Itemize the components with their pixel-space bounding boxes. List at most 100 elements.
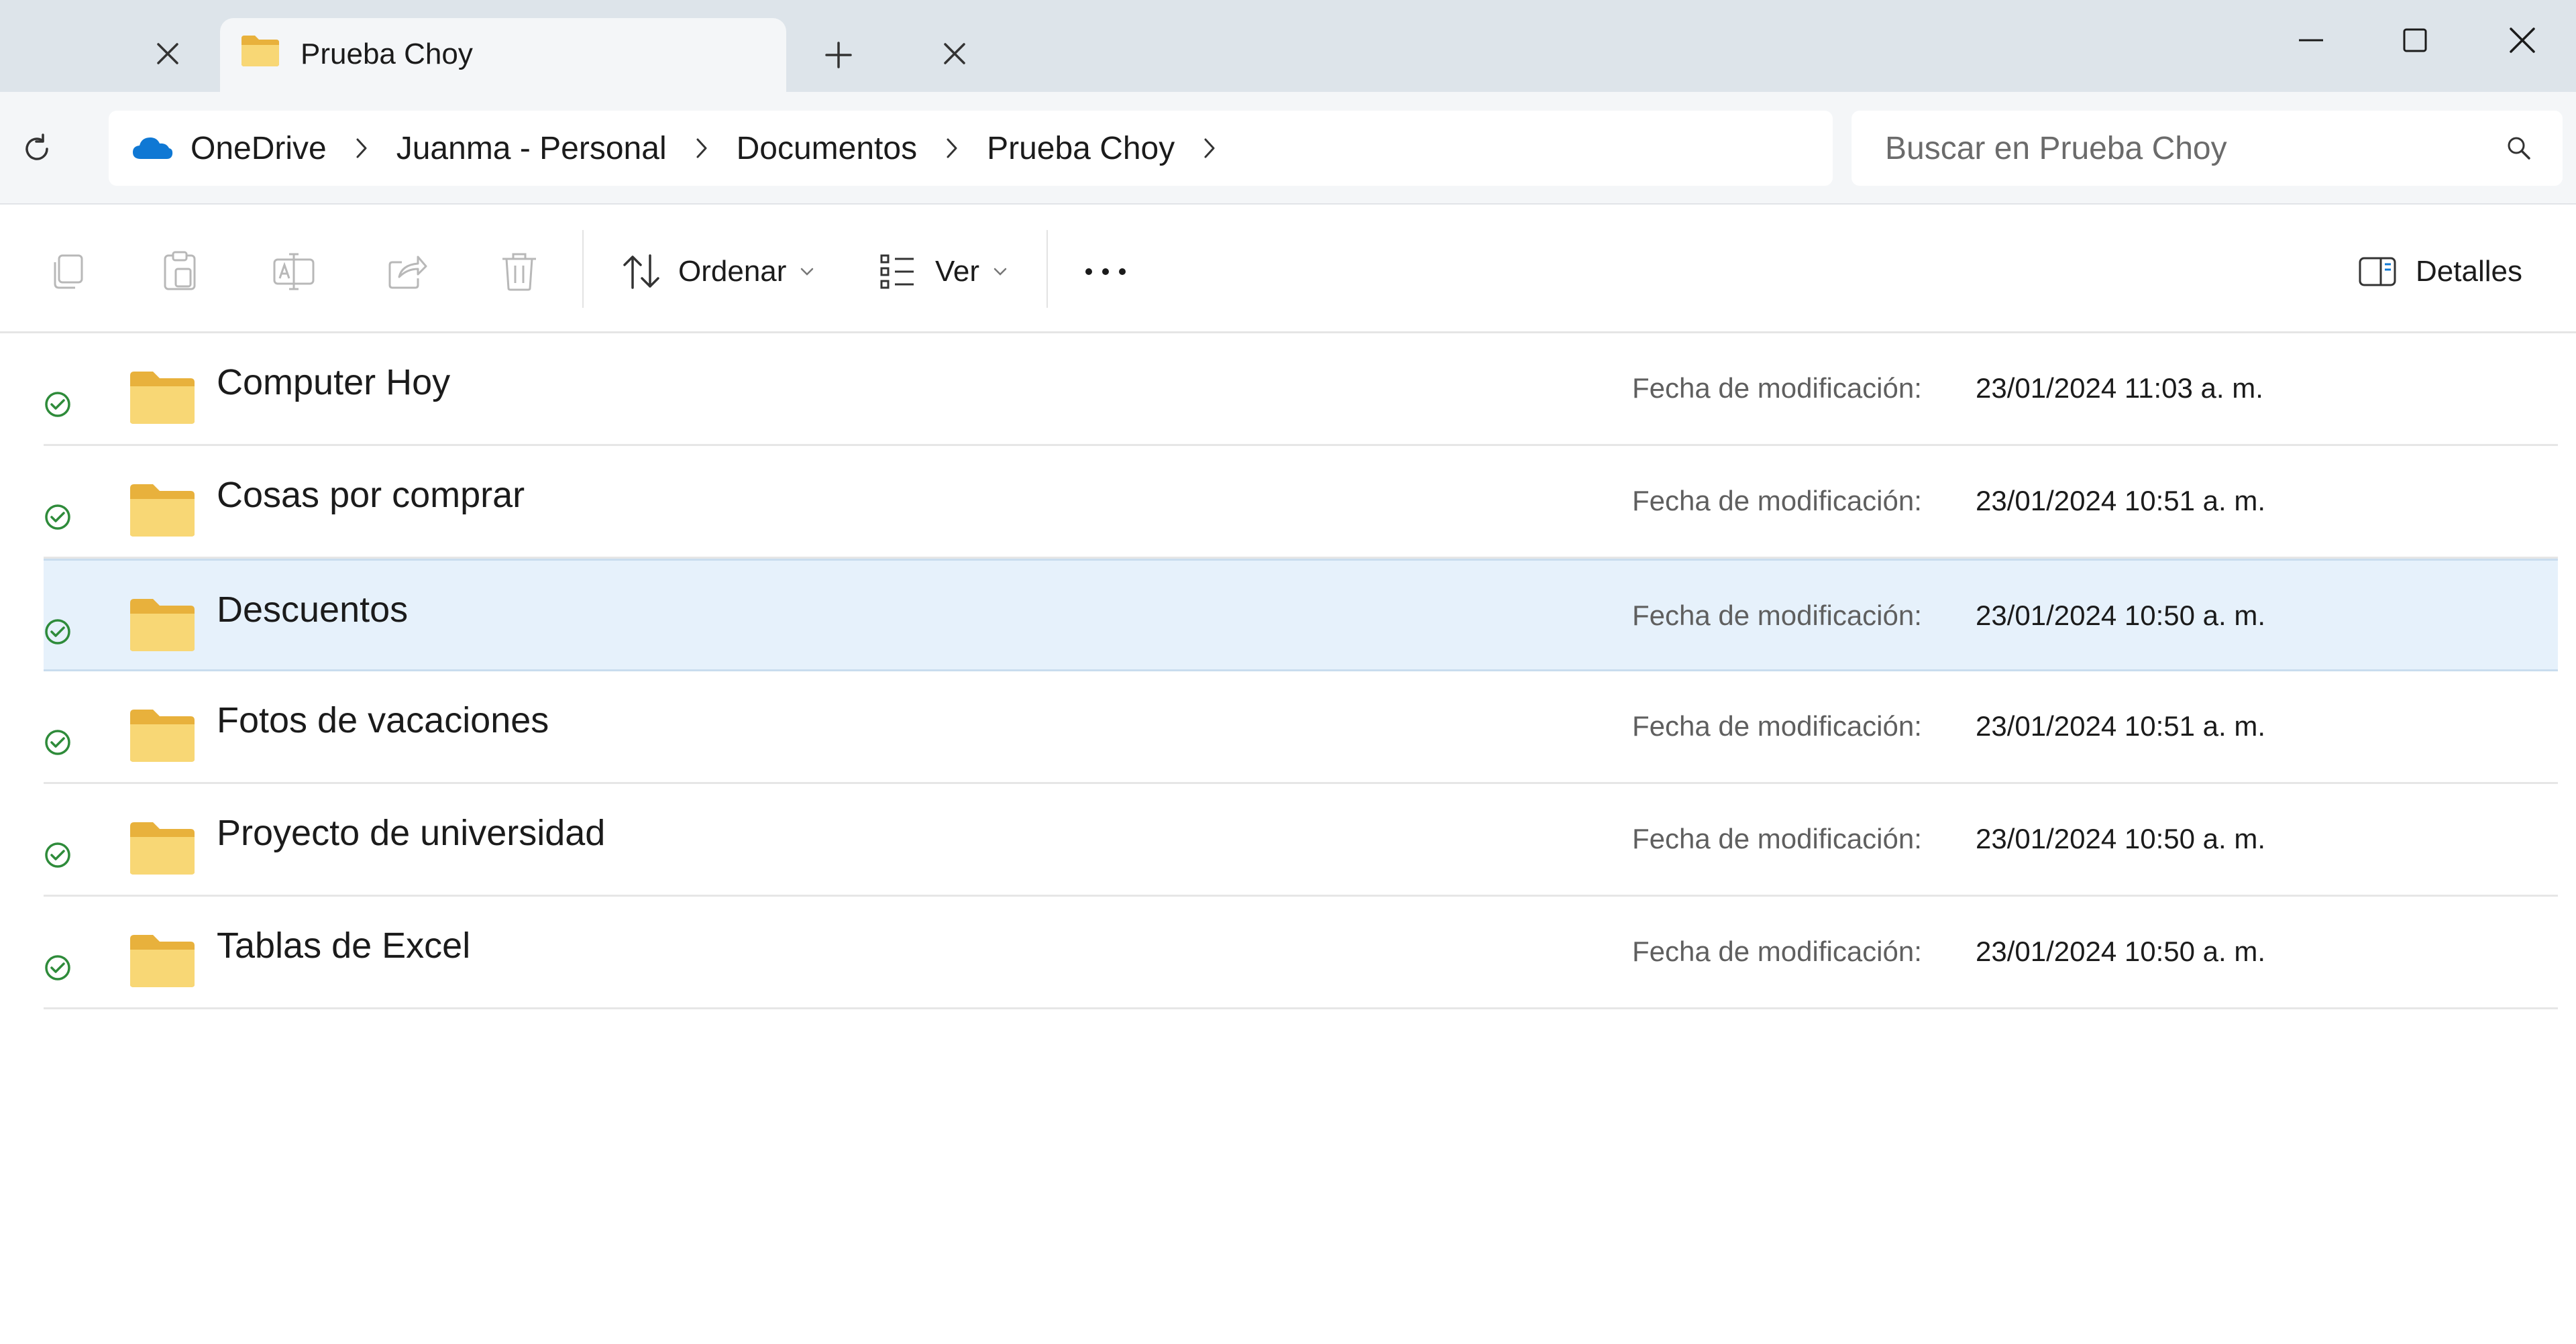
minimize-button[interactable] — [2267, 10, 2355, 70]
share-button[interactable] — [386, 245, 429, 298]
paste-button[interactable] — [160, 245, 200, 298]
view-label: Ver — [935, 255, 980, 288]
list-item[interactable]: Proyecto de universidad Fecha de modific… — [44, 784, 2558, 897]
folder-icon — [130, 822, 195, 875]
command-bar: Ordenar Ver Detalles — [0, 205, 2576, 333]
modified-date-label: Fecha de modificación: — [1632, 485, 1922, 516]
sync-status-icon — [45, 504, 70, 530]
chevron-right-icon — [356, 138, 367, 158]
minimize-icon — [2299, 39, 2323, 42]
sync-status-icon — [45, 392, 70, 417]
tab-inactive[interactable] — [0, 0, 218, 92]
list-item[interactable]: Descuentos Fecha de modificación: 23/01/… — [44, 559, 2558, 671]
details-pane-icon — [2359, 257, 2396, 286]
breadcrumb-item-onedrive[interactable]: OneDrive — [109, 130, 327, 167]
breadcrumb-label: Prueba Choy — [987, 130, 1175, 166]
close-icon — [944, 43, 965, 64]
breadcrumb-separator[interactable] — [1189, 137, 1230, 159]
close-window-button[interactable] — [2479, 10, 2566, 70]
copy-icon — [54, 254, 83, 289]
close-tab-button[interactable] — [148, 34, 188, 74]
chevron-right-icon — [696, 138, 707, 158]
toolbar-divider — [1046, 230, 1048, 308]
folder-icon — [130, 710, 195, 762]
rename-icon — [273, 253, 315, 290]
list-item[interactable]: Fotos de vacaciones Fecha de modificació… — [44, 671, 2558, 784]
more-icon — [1085, 268, 1126, 275]
modified-date-value: 23/01/2024 10:51 a. m. — [1976, 710, 2265, 742]
folder-icon — [130, 372, 195, 424]
tab-prueba-choy[interactable]: Prueba Choy — [220, 18, 965, 92]
breadcrumb-label: Juanma - Personal — [396, 130, 667, 166]
sort-icon — [623, 254, 659, 289]
list-item[interactable]: Tablas de Excel Fecha de modificación: 2… — [44, 897, 2558, 1009]
list-item[interactable]: Computer Hoy Fecha de modificación: 23/0… — [44, 333, 2558, 446]
modified-date-value: 23/01/2024 10:50 a. m. — [1976, 936, 2265, 967]
file-name: Fotos de vacaciones — [217, 700, 549, 740]
onedrive-icon — [133, 137, 173, 159]
address-bar: OneDrive Juanma - Personal Documentos Pr… — [0, 92, 2576, 205]
modified-date-value: 23/01/2024 11:03 a. m. — [1976, 372, 2263, 404]
breadcrumb-item-prueba-choy[interactable]: Prueba Choy — [987, 130, 1175, 167]
add-icon — [825, 42, 852, 68]
breadcrumb-separator[interactable] — [341, 137, 382, 159]
tab-title: Prueba Choy — [301, 38, 473, 70]
folder-icon — [130, 484, 195, 537]
maximize-button[interactable] — [2371, 10, 2459, 70]
breadcrumb-separator[interactable] — [682, 137, 722, 159]
sync-status-icon — [45, 955, 70, 981]
new-tab-button[interactable] — [818, 35, 859, 75]
modified-date-label: Fecha de modificación: — [1632, 936, 1922, 967]
sync-status-icon — [45, 730, 70, 755]
search-icon[interactable] — [2506, 135, 2532, 162]
file-name: Computer Hoy — [217, 362, 451, 402]
modified-date-value: 23/01/2024 10:50 a. m. — [1976, 600, 2265, 631]
search-box[interactable] — [1851, 111, 2563, 186]
details-label: Detalles — [2416, 255, 2522, 288]
view-button[interactable]: Ver — [879, 245, 1008, 298]
breadcrumb[interactable]: OneDrive Juanma - Personal Documentos Pr… — [109, 111, 1833, 186]
toolbar-divider — [582, 230, 584, 308]
breadcrumb-label: OneDrive — [191, 130, 327, 166]
modified-date-label: Fecha de modificación: — [1632, 823, 1922, 854]
close-icon — [157, 43, 178, 64]
sort-button[interactable]: Ordenar — [621, 245, 814, 298]
file-name: Tablas de Excel — [217, 926, 471, 966]
breadcrumb-label: Documentos — [736, 130, 918, 166]
folder-icon — [241, 36, 279, 66]
more-options-button[interactable] — [1083, 245, 1128, 298]
chevron-right-icon — [947, 138, 957, 158]
chevron-right-icon — [1204, 138, 1215, 158]
delete-icon — [502, 253, 536, 291]
refresh-icon — [25, 133, 48, 160]
modified-date-label: Fecha de modificación: — [1632, 710, 1922, 742]
rename-button[interactable] — [272, 245, 316, 298]
copy-button[interactable] — [47, 245, 87, 298]
share-icon — [388, 256, 427, 289]
folder-icon — [130, 935, 195, 987]
refresh-button[interactable] — [13, 125, 60, 172]
modified-date-label: Fecha de modificación: — [1632, 600, 1922, 631]
modified-date-value: 23/01/2024 10:51 a. m. — [1976, 485, 2265, 516]
delete-button[interactable] — [500, 245, 539, 298]
modified-date-label: Fecha de modificación: — [1632, 372, 1922, 404]
chevron-down-icon — [994, 268, 1007, 276]
search-input[interactable] — [1885, 129, 2489, 167]
close-tab-button[interactable] — [934, 34, 975, 74]
sync-status-icon — [45, 619, 70, 645]
modified-date-value: 23/01/2024 10:50 a. m. — [1976, 823, 2265, 854]
sync-status-icon — [45, 842, 70, 868]
chevron-down-icon — [801, 268, 814, 276]
paste-icon — [164, 251, 196, 290]
folder-icon — [130, 599, 195, 651]
breadcrumb-separator[interactable] — [932, 137, 972, 159]
breadcrumb-item-juanma-personal[interactable]: Juanma - Personal — [396, 130, 667, 167]
breadcrumb-item-documentos[interactable]: Documentos — [737, 130, 917, 167]
sort-label: Ordenar — [678, 255, 787, 288]
file-name: Descuentos — [217, 590, 409, 630]
details-pane-button[interactable]: Detalles — [2358, 245, 2522, 298]
view-icon — [880, 254, 914, 289]
file-name: Cosas por comprar — [217, 475, 525, 515]
maximize-icon — [2403, 28, 2427, 52]
list-item[interactable]: Cosas por comprar Fecha de modificación:… — [44, 446, 2558, 559]
